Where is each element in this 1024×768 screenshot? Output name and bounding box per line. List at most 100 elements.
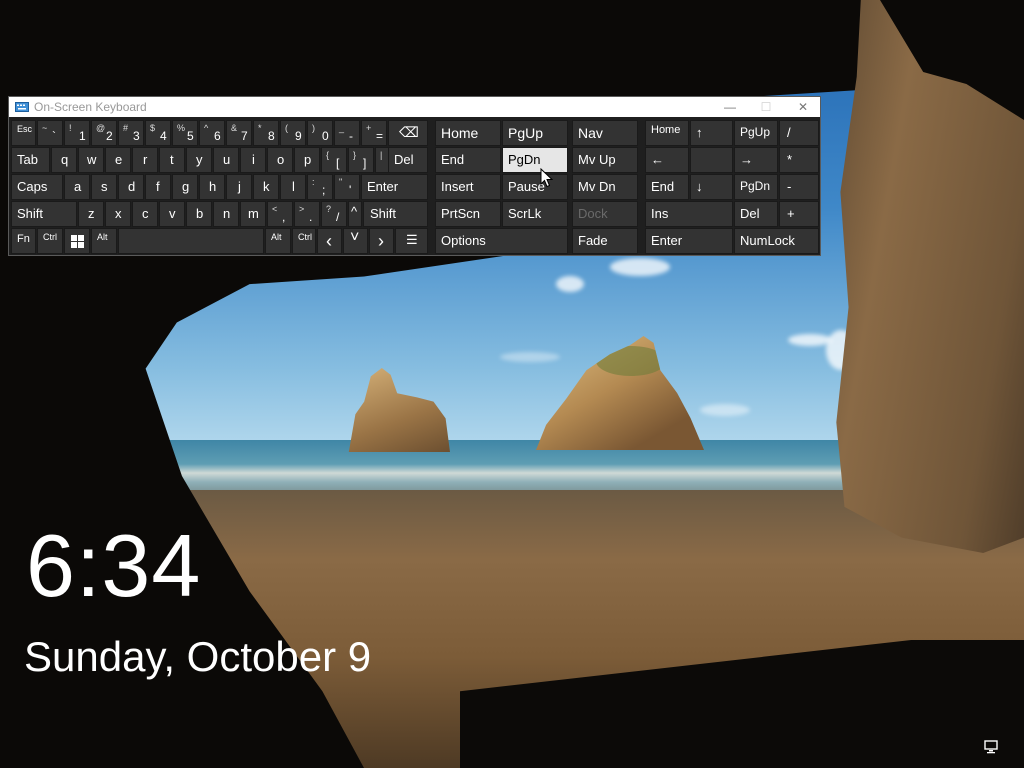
key-9[interactable]: (9: [280, 120, 306, 146]
key-n[interactable]: n: [213, 201, 239, 227]
numpad-pgup[interactable]: PgUp: [734, 120, 778, 146]
key-0[interactable]: ) 0: [307, 120, 333, 146]
key-pgdn[interactable]: PgDn: [502, 147, 568, 173]
key-end[interactable]: End: [435, 147, 501, 173]
network-icon[interactable]: [984, 740, 1000, 754]
key-insert[interactable]: Insert: [435, 174, 501, 200]
numpad-slash[interactable]: /: [779, 120, 819, 146]
key-t[interactable]: t: [159, 147, 185, 173]
key-shift-left[interactable]: Shift: [11, 201, 77, 227]
key-minus[interactable]: _ -: [334, 120, 360, 146]
numpad-plus[interactable]: +: [779, 201, 819, 227]
key-tilde[interactable]: ~ `: [37, 120, 63, 146]
key-alt-left[interactable]: Alt: [91, 228, 117, 254]
key-tab[interactable]: Tab: [11, 147, 50, 173]
key-scrlk[interactable]: ScrLk: [502, 201, 568, 227]
key-p[interactable]: p: [294, 147, 320, 173]
key-windows[interactable]: [64, 228, 90, 254]
key-a[interactable]: a: [64, 174, 90, 200]
key-space[interactable]: [118, 228, 264, 254]
key-options[interactable]: Options: [435, 228, 568, 254]
key-o[interactable]: o: [267, 147, 293, 173]
on-screen-keyboard-window[interactable]: On-Screen Keyboard — ☐ ✕ Esc ~ ` ! 1 @2 #3…: [8, 96, 821, 256]
numpad-up[interactable]: ↑: [690, 120, 733, 146]
key-pgup[interactable]: PgUp: [502, 120, 568, 146]
close-button[interactable]: ✕: [785, 97, 821, 117]
key-slash[interactable]: ? /: [321, 201, 347, 227]
numpad-ins[interactable]: Ins: [645, 201, 733, 227]
key-nav[interactable]: Nav: [572, 120, 638, 146]
key-mv-up[interactable]: Mv Up: [572, 147, 638, 173]
key-s[interactable]: s: [91, 174, 117, 200]
key-k[interactable]: k: [253, 174, 279, 200]
numpad-numlock[interactable]: NumLock: [734, 228, 819, 254]
key-ctrl-right[interactable]: Ctrl: [292, 228, 316, 254]
key-right-bracket[interactable]: }]: [348, 147, 374, 173]
key-3[interactable]: #3: [118, 120, 144, 146]
key-home[interactable]: Home: [435, 120, 501, 146]
key-y[interactable]: y: [186, 147, 212, 173]
key-ctrl-left[interactable]: Ctrl: [37, 228, 63, 254]
key-b[interactable]: b: [186, 201, 212, 227]
key-5[interactable]: % 5: [172, 120, 198, 146]
numpad-down[interactable]: ↓: [690, 174, 733, 200]
key-equals[interactable]: + =: [361, 120, 387, 146]
key-m[interactable]: m: [240, 201, 266, 227]
key-8[interactable]: * 8: [253, 120, 279, 146]
key-v[interactable]: v: [159, 201, 185, 227]
key-j[interactable]: j: [226, 174, 252, 200]
key-f[interactable]: f: [145, 174, 171, 200]
key-e[interactable]: e: [105, 147, 131, 173]
key-prtscn[interactable]: PrtScn: [435, 201, 501, 227]
key-fn[interactable]: Fn: [11, 228, 36, 254]
key-u[interactable]: u: [213, 147, 239, 173]
key-z[interactable]: z: [78, 201, 104, 227]
key-pause[interactable]: Pause: [502, 174, 568, 200]
numpad-star[interactable]: *: [779, 147, 819, 173]
minimize-button[interactable]: —: [712, 97, 748, 117]
key-l[interactable]: l: [280, 174, 306, 200]
key-7[interactable]: & 7: [226, 120, 252, 146]
numpad-right[interactable]: →: [734, 147, 778, 173]
key-4[interactable]: $4: [145, 120, 171, 146]
key-q[interactable]: q: [51, 147, 77, 173]
numpad-pgdn[interactable]: PgDn: [734, 174, 778, 200]
numpad-home[interactable]: Home: [645, 120, 689, 146]
key-backspace[interactable]: ⌫: [388, 120, 428, 146]
key-x[interactable]: x: [105, 201, 131, 227]
key-g[interactable]: g: [172, 174, 198, 200]
key-semicolon[interactable]: :;: [307, 174, 333, 200]
key-left-arrow[interactable]: ‹: [317, 228, 342, 254]
numpad-end[interactable]: End: [645, 174, 689, 200]
key-enter[interactable]: Enter: [361, 174, 428, 200]
key-w[interactable]: w: [78, 147, 104, 173]
numpad-minus[interactable]: -: [779, 174, 819, 200]
key-alt-right[interactable]: Alt: [265, 228, 291, 254]
key-r[interactable]: r: [132, 147, 158, 173]
numpad-left[interactable]: ←: [645, 147, 689, 173]
key-2[interactable]: @2: [91, 120, 117, 146]
key-del[interactable]: Del: [388, 147, 428, 173]
numpad-5[interactable]: [690, 147, 733, 173]
key-h[interactable]: h: [199, 174, 225, 200]
key-left-bracket[interactable]: {[: [321, 147, 347, 173]
key-right-arrow[interactable]: ›: [369, 228, 394, 254]
numpad-del[interactable]: Del: [734, 201, 778, 227]
numpad-enter[interactable]: Enter: [645, 228, 733, 254]
title-bar[interactable]: On-Screen Keyboard — ☐ ✕: [9, 97, 820, 117]
key-up-arrow[interactable]: ^: [348, 201, 362, 227]
key-down-arrow[interactable]: ˅: [343, 228, 368, 254]
key-period[interactable]: >.: [294, 201, 320, 227]
key-c[interactable]: c: [132, 201, 158, 227]
key-caps[interactable]: Caps: [11, 174, 63, 200]
key-esc[interactable]: Esc: [11, 120, 36, 146]
key-d[interactable]: d: [118, 174, 144, 200]
key-comma[interactable]: <,: [267, 201, 293, 227]
key-fade[interactable]: Fade: [572, 228, 638, 254]
key-quote[interactable]: " ': [334, 174, 360, 200]
key-6[interactable]: ^ 6: [199, 120, 225, 146]
key-1[interactable]: ! 1: [64, 120, 90, 146]
key-i[interactable]: i: [240, 147, 266, 173]
key-shift-right[interactable]: Shift: [363, 201, 428, 227]
key-mv-dn[interactable]: Mv Dn: [572, 174, 638, 200]
